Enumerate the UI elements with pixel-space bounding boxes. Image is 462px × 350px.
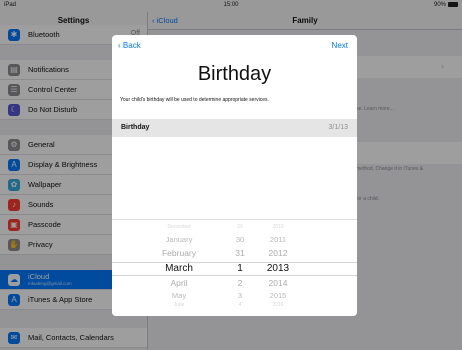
birthday-modal: ‹ Back Next Birthday Your child's birthd…: [112, 35, 357, 316]
month-option-selected[interactable]: March: [134, 263, 224, 274]
month-option[interactable]: June: [134, 302, 224, 308]
year-option[interactable]: 2015: [258, 291, 298, 300]
day-wheel[interactable]: 29 30 31 1 2 3 4: [230, 220, 250, 316]
year-option[interactable]: 2016: [258, 302, 298, 308]
year-wheel[interactable]: 2010 2011 2012 2013 2014 2015 2016: [258, 220, 298, 316]
modal-back-label: Back: [122, 41, 141, 50]
year-option[interactable]: 2010: [258, 224, 298, 230]
modal-title: Birthday: [197, 63, 272, 85]
month-option[interactable]: May: [134, 291, 224, 300]
year-option[interactable]: 2014: [258, 278, 298, 288]
date-picker[interactable]: December January February March April Ma…: [112, 219, 357, 316]
day-option[interactable]: 31: [230, 248, 250, 258]
month-wheel[interactable]: December January February March April Ma…: [134, 220, 224, 316]
day-option[interactable]: 4: [230, 302, 250, 308]
birthday-field-value: 3/1/13: [328, 124, 348, 131]
day-option[interactable]: 2: [230, 278, 250, 288]
chevron-left-icon: ‹: [118, 41, 121, 50]
year-option-selected[interactable]: 2013: [258, 263, 298, 274]
birthday-field[interactable]: Birthday 3/1/13: [112, 119, 357, 137]
year-option[interactable]: 2012: [258, 248, 298, 258]
day-option[interactable]: 29: [230, 224, 250, 230]
birthday-field-label: Birthday: [121, 124, 150, 131]
month-option[interactable]: January: [134, 235, 224, 244]
day-option[interactable]: 3: [230, 291, 250, 300]
modal-back-button[interactable]: ‹ Back: [118, 41, 141, 50]
month-option[interactable]: December: [134, 224, 224, 230]
next-button[interactable]: Next: [332, 41, 348, 50]
month-option[interactable]: April: [134, 278, 224, 288]
day-option-selected[interactable]: 1: [230, 263, 250, 274]
modal-description: Your child's birthday will be used to de…: [120, 97, 269, 103]
day-option[interactable]: 30: [230, 235, 250, 244]
year-option[interactable]: 2011: [258, 235, 298, 244]
month-option[interactable]: February: [134, 248, 224, 258]
